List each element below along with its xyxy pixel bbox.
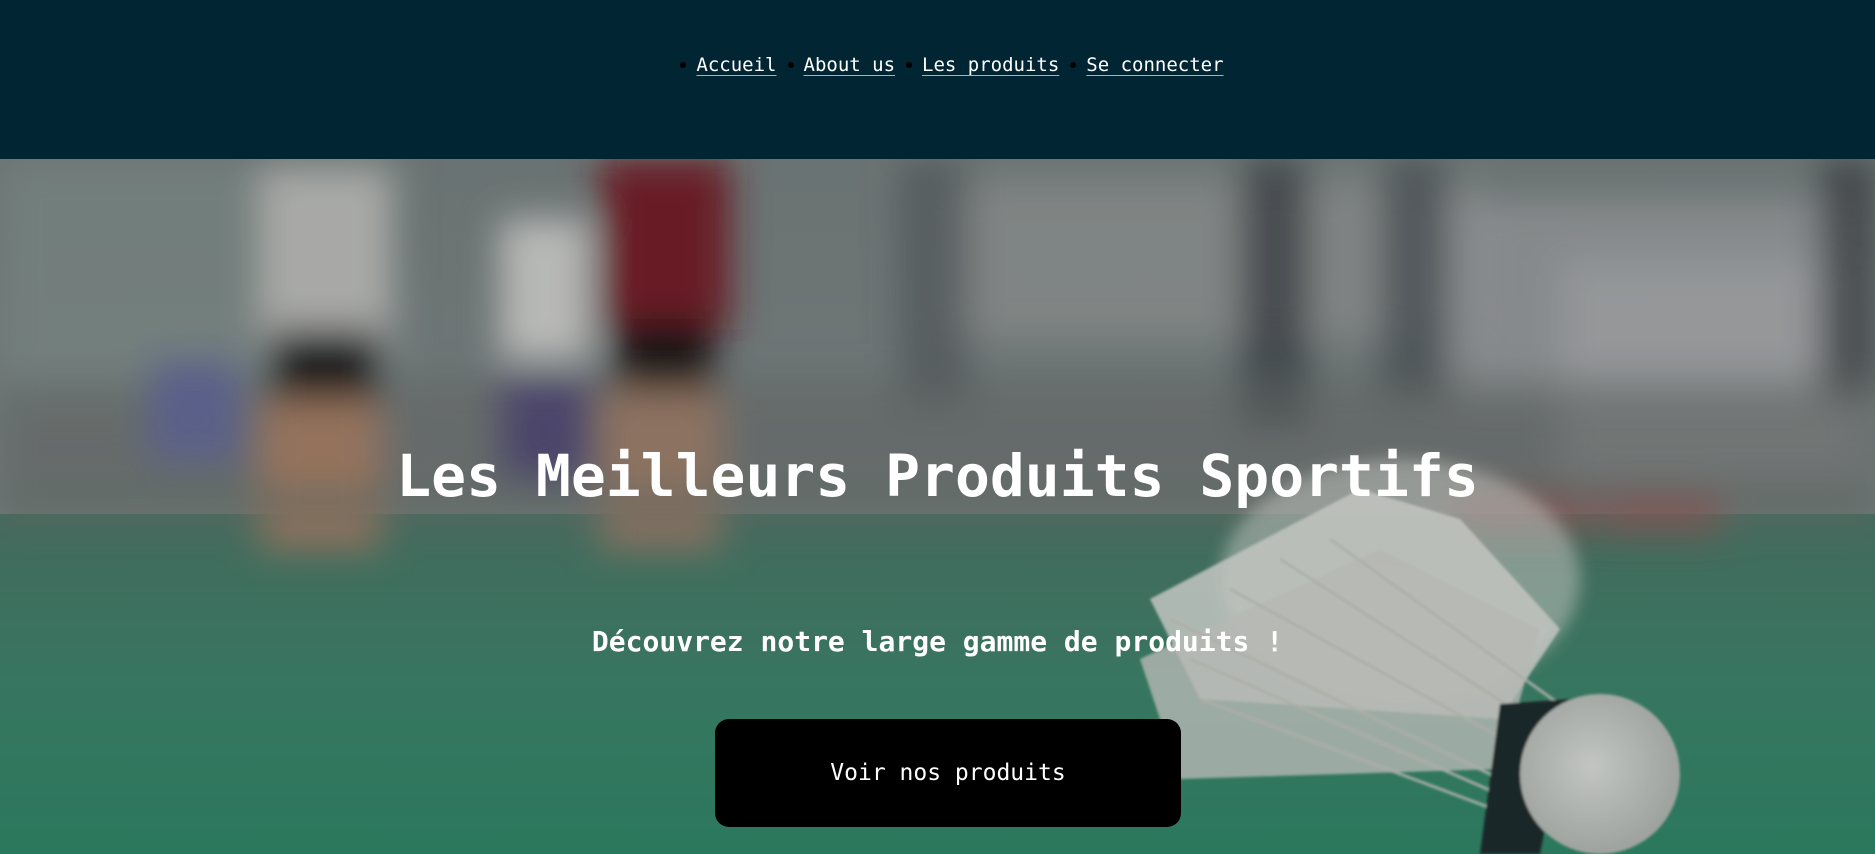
top-navigation: Accueil About us Les produits Se connect…: [0, 0, 1875, 159]
bullet-icon: [1070, 62, 1077, 68]
nav-item-se-connecter: Se connecter: [1070, 54, 1224, 76]
bullet-icon: [787, 62, 794, 68]
nav-link-les-produits[interactable]: Les produits: [922, 54, 1059, 76]
nav-link-about-us[interactable]: About us: [804, 54, 896, 76]
nav-link-accueil[interactable]: Accueil: [696, 54, 776, 76]
nav-item-about-us: About us: [787, 54, 896, 76]
hero-title: Les Meilleurs Produits Sportifs: [396, 442, 1479, 510]
nav-link-se-connecter[interactable]: Se connecter: [1086, 54, 1223, 76]
bullet-icon: [680, 62, 687, 68]
hero-section: Les Meilleurs Produits Sportifs Découvre…: [0, 159, 1875, 854]
view-products-button[interactable]: Voir nos produits: [715, 719, 1181, 827]
bullet-icon: [906, 62, 913, 68]
nav-item-les-produits: Les produits: [906, 54, 1059, 76]
hero-subtitle: Découvrez notre large gamme de produits …: [591, 625, 1284, 658]
nav-list: Accueil About us Les produits Se connect…: [0, 54, 1875, 76]
nav-item-accueil: Accueil: [680, 54, 777, 76]
